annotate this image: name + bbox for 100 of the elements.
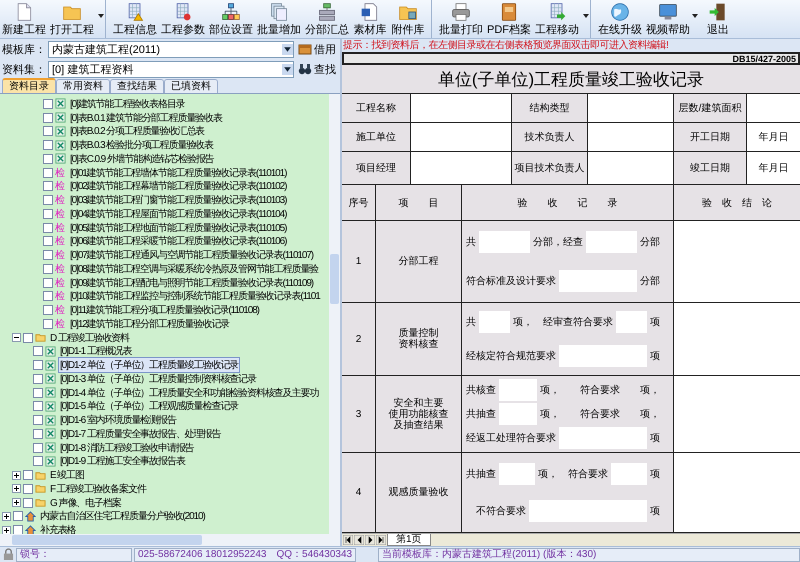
checkbox[interactable] bbox=[23, 484, 33, 494]
sheet-tab[interactable]: 第1页 bbox=[387, 534, 431, 546]
checkbox[interactable] bbox=[23, 470, 33, 480]
conclusion-field[interactable] bbox=[674, 376, 800, 453]
checkbox[interactable] bbox=[23, 498, 33, 508]
fill-in-field[interactable] bbox=[499, 379, 537, 401]
checkbox[interactable] bbox=[43, 140, 53, 150]
toolbar-button[interactable]: 工程参数 bbox=[159, 0, 207, 38]
value-cell[interactable] bbox=[747, 94, 800, 122]
tree-item[interactable]: [0]D1-5 单位（子单位）工程观感质量检查记录 bbox=[58, 398, 240, 414]
fill-in-field[interactable] bbox=[499, 403, 537, 425]
tree-item[interactable]: E 竣工图 bbox=[48, 467, 86, 484]
value-cell[interactable] bbox=[411, 152, 512, 184]
tree-item[interactable]: [0]D1-7 工程质量安全事故报告、处理报告 bbox=[58, 426, 222, 442]
sheet-nav-icon[interactable] bbox=[376, 535, 386, 545]
tree-item[interactable]: D 工程竣工验收资料 bbox=[48, 330, 132, 346]
checkbox[interactable] bbox=[43, 195, 53, 206]
tree-item[interactable]: [0]建筑节能工程验收表格目录 bbox=[68, 96, 187, 112]
fill-in-field[interactable] bbox=[616, 311, 647, 333]
fill-in-field[interactable] bbox=[479, 231, 530, 254]
fill-in-field[interactable] bbox=[499, 462, 535, 485]
fill-in-field[interactable] bbox=[559, 270, 637, 292]
tree-item[interactable]: [0]01建筑节能工程墙体节能工程质量验收记录表(110101) bbox=[68, 164, 288, 181]
conclusion-field[interactable] bbox=[674, 453, 800, 533]
checkbox[interactable] bbox=[43, 305, 53, 316]
checkbox[interactable] bbox=[43, 318, 53, 329]
checkbox[interactable] bbox=[43, 168, 53, 178]
tab[interactable]: 查找结果 bbox=[110, 79, 164, 93]
sheet-nav-icon[interactable] bbox=[343, 535, 353, 545]
checkbox[interactable] bbox=[33, 374, 43, 384]
tab[interactable]: 已填资料 bbox=[164, 79, 218, 93]
vertical-scrollbar[interactable] bbox=[329, 94, 340, 534]
tree-item[interactable]: [0]10建筑节能工程监控与控制系统节能工程质量验收记录表(1101 bbox=[68, 288, 322, 304]
tree-item[interactable]: [0]04建筑节能工程屋面节能工程质量验收记录表(110104) bbox=[68, 206, 288, 222]
tree-item[interactable]: [0]D1-8 消防工程竣工验收申请报告 bbox=[58, 440, 196, 456]
value-cell[interactable] bbox=[411, 123, 512, 151]
sheet-nav-icon[interactable] bbox=[354, 535, 364, 545]
checkbox[interactable] bbox=[43, 264, 53, 274]
checkbox[interactable] bbox=[43, 126, 53, 136]
tree-item[interactable]: [0]11建筑节能工程分项工程质量验收记录(110108) bbox=[68, 302, 261, 318]
expand-icon[interactable] bbox=[12, 484, 21, 494]
tree-item[interactable]: [0]06建筑节能工程采暖节能工程质量验收记录表(110106) bbox=[68, 233, 288, 250]
value-cell[interactable] bbox=[588, 94, 674, 122]
sheet-nav-icon[interactable] bbox=[365, 535, 375, 545]
checkbox[interactable] bbox=[43, 222, 53, 233]
tab[interactable]: 常用资料 bbox=[56, 79, 110, 93]
tree-item[interactable]: [0]D1-6 室内环境质量检测报告 bbox=[58, 412, 178, 428]
tree-item[interactable]: [0]D1-9 工程施工安全事故报告表 bbox=[58, 453, 187, 470]
checkbox[interactable] bbox=[13, 511, 23, 522]
expand-icon[interactable] bbox=[12, 470, 21, 480]
toolbar-button[interactable]: 工程移动 bbox=[533, 0, 591, 38]
search-button[interactable]: 查找 bbox=[296, 62, 338, 76]
toolbar-button[interactable]: 新建工程 bbox=[0, 0, 48, 38]
tree-item[interactable]: [0]03建筑节能工程门窗节能工程质量验收记录表(110103) bbox=[68, 192, 288, 208]
tree-item[interactable]: [0]05建筑节能工程地面节能工程质量验收记录表(110105) bbox=[68, 220, 288, 236]
checkbox[interactable] bbox=[43, 250, 53, 260]
checkbox[interactable] bbox=[33, 428, 43, 439]
dropdown-caret-icon[interactable] bbox=[583, 14, 589, 18]
conclusion-field[interactable] bbox=[674, 303, 800, 376]
toolbar-button[interactable]: PDF档案 bbox=[485, 0, 533, 38]
dropdown-caret-icon[interactable] bbox=[98, 14, 104, 18]
toolbar-button[interactable]: 工程信息 bbox=[111, 0, 159, 38]
tree-item[interactable]: [0]07建筑节能工程通风与空调节能工程质量验收记录表(110107) bbox=[68, 247, 316, 264]
toolbar-button[interactable]: 视频帮助 bbox=[644, 0, 699, 38]
fill-in-field[interactable] bbox=[586, 231, 637, 254]
expand-icon[interactable] bbox=[12, 498, 21, 508]
toolbar-button[interactable]: 附件库 bbox=[389, 0, 432, 38]
expand-icon[interactable] bbox=[2, 526, 11, 534]
checkbox[interactable] bbox=[43, 154, 53, 164]
tree-item[interactable]: [0]D1-1 工程概况表 bbox=[58, 343, 134, 360]
fill-in-field[interactable] bbox=[479, 311, 510, 333]
tree-item[interactable]: [0]09建筑节能工程配电与照明节能工程质量验收记录表(110109) bbox=[68, 274, 316, 291]
value-cell[interactable] bbox=[411, 94, 512, 122]
tree-item[interactable]: [0]D1-3 单位（子单位）工程质量控制资料核查记录 bbox=[58, 370, 258, 387]
template-select[interactable]: 内蒙古建筑工程(2011) bbox=[48, 40, 294, 58]
expand-icon[interactable] bbox=[2, 512, 11, 521]
tree-item[interactable]: [0]08建筑节能工程空调与采暖系统冷热原及管网节能工程质量验 bbox=[68, 260, 320, 277]
tree-item[interactable]: [0]D1-2 单位（子单位）工程质量竣工验收记录 bbox=[58, 357, 240, 374]
tree-item[interactable]: [0]表B.0.1 建筑节能分部工程质量验收表 bbox=[68, 110, 224, 126]
tree-item[interactable]: G 声像、电子档案 bbox=[48, 494, 123, 511]
fill-in-field[interactable] bbox=[611, 462, 647, 485]
toolbar-button[interactable]: 部位设置 bbox=[207, 0, 255, 38]
dataset-select[interactable]: [0] 建筑工程资料 bbox=[48, 60, 294, 78]
checkbox[interactable] bbox=[43, 291, 53, 302]
dropdown-caret-icon[interactable] bbox=[692, 14, 698, 18]
horizontal-scrollbar[interactable] bbox=[0, 534, 340, 546]
checkbox[interactable] bbox=[23, 332, 33, 343]
tree-item[interactable]: [0]02建筑节能工程幕墙节能工程质量验收记录表(110102) bbox=[68, 178, 288, 194]
value-cell[interactable]: 年月日 bbox=[747, 152, 800, 184]
value-cell[interactable] bbox=[588, 152, 674, 184]
tree-item[interactable]: 内蒙古自治区住宅工程质量分户验收(2010) bbox=[38, 508, 207, 524]
conclusion-field[interactable] bbox=[674, 221, 800, 303]
checkbox[interactable] bbox=[43, 208, 53, 219]
toolbar-button[interactable]: 在线升级 bbox=[596, 0, 644, 38]
tree-item[interactable]: [0]D1-4 单位（子单位）工程质量安全和功能检验资料核查及主要功 bbox=[58, 384, 320, 401]
fill-in-field[interactable] bbox=[529, 500, 647, 522]
checkbox[interactable] bbox=[43, 278, 53, 288]
checkbox[interactable] bbox=[43, 236, 53, 246]
checkbox[interactable] bbox=[33, 360, 43, 370]
checkbox[interactable] bbox=[33, 415, 43, 426]
